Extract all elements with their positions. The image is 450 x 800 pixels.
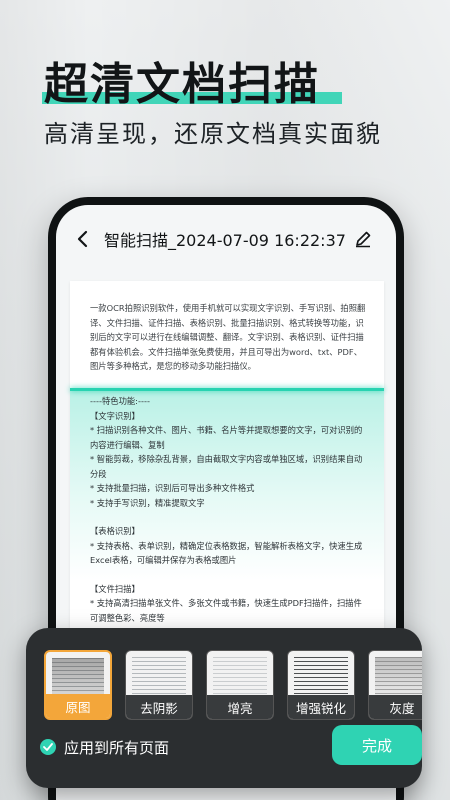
filter-grayscale[interactable]: 灰度 [368,650,422,720]
scanned-document: 一款OCR拍照识别软件，使用手机就可以实现文字识别、手写识别、拍照翻译、文件扫描… [70,281,384,651]
filter-thumbnail [52,658,104,696]
filter-label: 灰度 [369,695,422,719]
features-heading: ----特色功能:---- [90,396,150,406]
headline-subtitle: 高清呈现，还原文档真实面貌 [44,120,382,148]
nav-bar: 智能扫描_2024-07-09 16:22:37 [56,219,396,259]
chevron-left-icon [77,230,88,248]
filter-panel: 原图 去阴影 增亮 增强锐化 灰度 应用到所有页面 完成 [26,628,422,788]
section-heading: 【表格识别】 [90,526,140,536]
filter-label: 原图 [46,694,110,718]
filter-thumbnail [132,657,186,697]
filter-original[interactable]: 原图 [44,650,112,720]
section-heading: 【文件扫描】 [90,583,140,594]
edit-title-button[interactable] [352,228,374,250]
document-feature-list: ----特色功能:---- 【文字识别】 * 扫描识别各种文件、图片、书籍、名片… [90,394,370,625]
section-heading: 【文字识别】 [90,410,140,421]
filter-label: 增亮 [207,695,273,719]
done-button[interactable]: 完成 [332,725,422,765]
headline-title: 超清文档扫描 [44,59,320,110]
filter-thumbnail [294,657,348,697]
apply-all-label: 应用到所有页面 [64,738,170,757]
scan-title: 智能扫描_2024-07-09 16:22:37 [104,231,346,250]
filter-remove-shadow[interactable]: 去阴影 [125,650,193,720]
filter-thumbnail [213,657,267,697]
apply-all-toggle[interactable]: 应用到所有页面 [40,735,169,759]
list-item: * 支持批量扫描，识别后可导出多种文件格式 [90,483,255,493]
filter-label: 增强锐化 [288,695,354,719]
document-intro: 一款OCR拍照识别软件，使用手机就可以实现文字识别、手写识别、拍照翻译、文件扫描… [90,303,366,371]
list-item: * 支持高清扫描单张文件、多张文件或书籍，快速生成PDF扫描件，扫描件可调整色彩… [90,598,362,623]
back-button[interactable] [70,227,94,251]
filter-enhance-sharpen[interactable]: 增强锐化 [287,650,355,720]
check-icon [40,739,56,755]
promo-headline: 超清文档扫描 [42,48,342,112]
list-item: * 支持手写识别，精准提取文字 [90,497,205,508]
filter-label: 去阴影 [126,695,192,719]
list-item: * 智能剪裁，移除杂乱背景，自由截取文字内容或单独区域，识别结果自动分段 [90,454,363,479]
list-item: * 扫描识别各种文件、图片、书籍、名片等并提取想要的文字，可对识别的内容进行编辑… [90,425,363,450]
filter-thumbnail [375,657,422,697]
list-item: * 支持表格、表单识别，精确定位表格数据，智能解析表格文字，快速生成Excel表… [90,540,363,566]
scan-line [70,388,384,391]
pencil-icon [355,231,371,248]
filter-brighten[interactable]: 增亮 [206,650,274,720]
